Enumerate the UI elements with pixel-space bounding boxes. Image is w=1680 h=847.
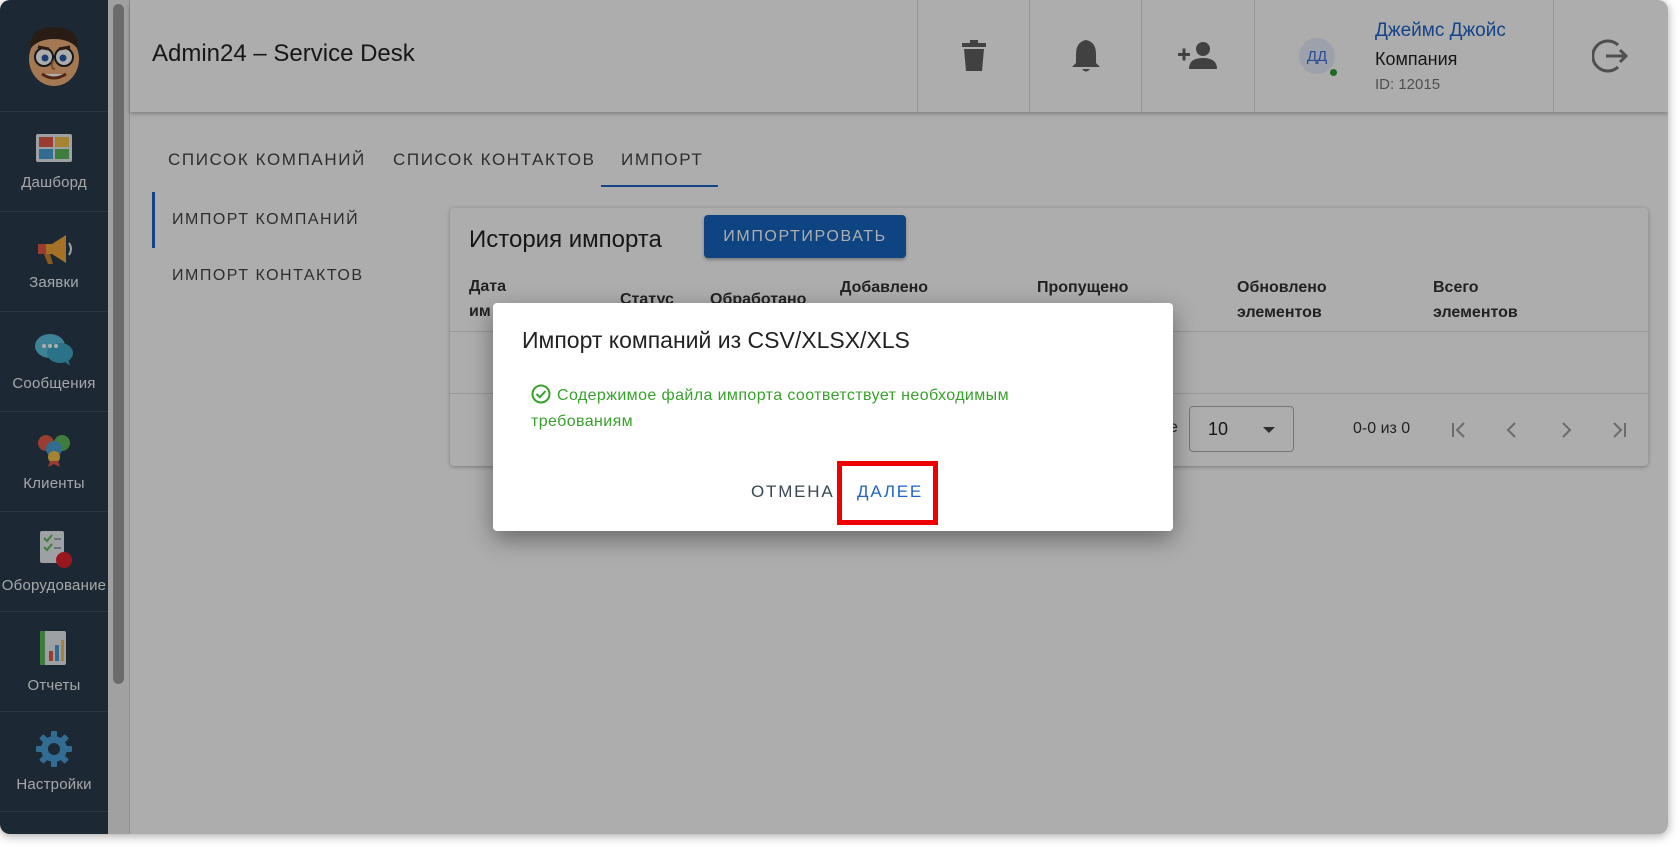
dialog-message-text: Содержимое файла импорта соответствует н… — [531, 387, 1009, 430]
dialog-title: Импорт компаний из CSV/XLSX/XLS — [522, 327, 910, 353]
check-circle-icon — [531, 384, 551, 404]
import-dialog: Импорт компаний из CSV/XLSX/XLS Содержим… — [493, 303, 1173, 531]
dialog-success-message: Содержимое файла импорта соответствует н… — [531, 383, 1091, 435]
app-window: Дашборд Заявки Сообщения Клиенты Оборудо… — [0, 0, 1668, 834]
next-button-highlight-box — [837, 461, 938, 525]
cancel-button[interactable]: ОТМЕНА — [751, 482, 835, 502]
